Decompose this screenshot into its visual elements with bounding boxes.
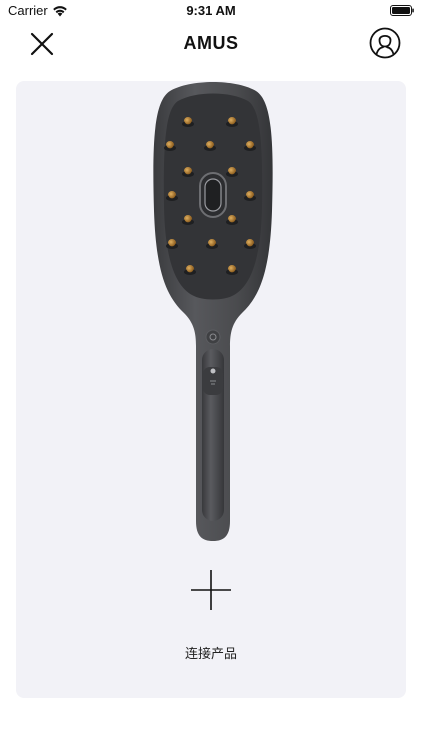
- status-time: 9:31 AM: [186, 3, 236, 18]
- add-product-button[interactable]: [186, 565, 236, 615]
- page-title: AMUS: [183, 33, 239, 53]
- plus-icon: [191, 570, 231, 610]
- connect-product-label[interactable]: 连接产品: [16, 643, 406, 662]
- profile-button[interactable]: [368, 26, 402, 60]
- battery-icon: [390, 5, 414, 16]
- status-bar: Carrier 9:31 AM: [0, 0, 422, 22]
- hair-brush-product-image: [153, 82, 273, 541]
- product-card[interactable]: 连接产品: [16, 81, 406, 698]
- user-profile-icon: [369, 27, 401, 59]
- navigation-bar: AMUS: [0, 22, 422, 66]
